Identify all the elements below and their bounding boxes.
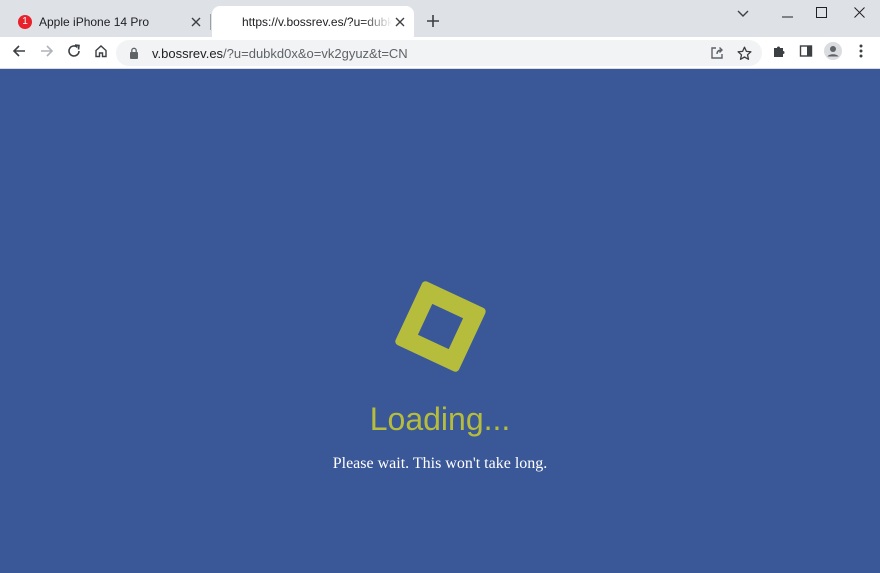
browser-toolbar: v.bossrev.es/?u=dubkd0x&o=vk2gyuz&t=CN [0, 37, 880, 69]
tab-search-button[interactable] [721, 2, 765, 26]
forward-icon [40, 44, 54, 63]
wait-message: Please wait. This won't take long. [332, 455, 548, 472]
browser-window: 1 Apple iPhone 14 Pro https://v.bossrev.… [0, 0, 880, 573]
extensions-icon [772, 44, 786, 63]
profile-button[interactable] [821, 41, 845, 65]
back-button[interactable] [7, 41, 31, 65]
chevron-down-icon [737, 5, 749, 23]
close-icon[interactable] [392, 14, 408, 30]
loading-text: Loading... [369, 401, 511, 437]
address-bar[interactable]: v.bossrev.es/?u=dubkd0x&o=vk2gyuz&t=CN [116, 40, 762, 66]
loading-spinner-icon [391, 277, 490, 376]
tab-title: Apple iPhone 14 Pro [39, 14, 150, 29]
plus-icon [426, 14, 440, 33]
minimize-icon [781, 5, 793, 23]
page-content: Loading... Please wait. This won't take … [0, 69, 880, 573]
url-path: /?u=dubkd0x&o=vk2gyuz&t=CN [223, 45, 408, 61]
back-icon [12, 44, 26, 63]
menu-button[interactable] [849, 41, 873, 65]
star-icon[interactable] [735, 44, 753, 62]
reload-icon [67, 43, 81, 63]
close-window-button[interactable] [837, 2, 880, 26]
tab-strip: 1 Apple iPhone 14 Pro https://v.bossrev.… [0, 0, 880, 37]
profile-icon [824, 41, 842, 65]
notification-badge: 1 [18, 14, 32, 29]
lock-icon[interactable] [126, 45, 142, 61]
tab-separator [210, 14, 211, 30]
url-host: v.bossrev.es [152, 45, 224, 61]
close-icon [853, 5, 865, 23]
tab-apple-iphone[interactable]: 1 Apple iPhone 14 Pro [8, 6, 210, 37]
extensions-button[interactable] [767, 41, 791, 65]
tab-bossrev[interactable]: https://v.bossrev.es/?u=dubkd0x&o=vk2gyu… [212, 6, 414, 37]
side-panel-icon [799, 44, 813, 63]
menu-icon [859, 44, 863, 63]
side-panel-button[interactable] [794, 41, 818, 65]
share-icon[interactable] [708, 44, 726, 62]
new-tab-button[interactable] [422, 12, 444, 34]
url-text: v.bossrev.es/?u=dubkd0x&o=vk2gyuz&t=CN [152, 46, 408, 61]
tab-title: https://v.bossrev.es/?u=dubkd0x&o=vk2gyu… [242, 14, 392, 29]
close-icon[interactable] [188, 14, 204, 30]
reload-button[interactable] [62, 41, 86, 65]
home-button[interactable] [89, 41, 113, 65]
maximize-icon [815, 5, 827, 23]
home-icon [94, 44, 108, 63]
forward-button[interactable] [35, 41, 59, 65]
